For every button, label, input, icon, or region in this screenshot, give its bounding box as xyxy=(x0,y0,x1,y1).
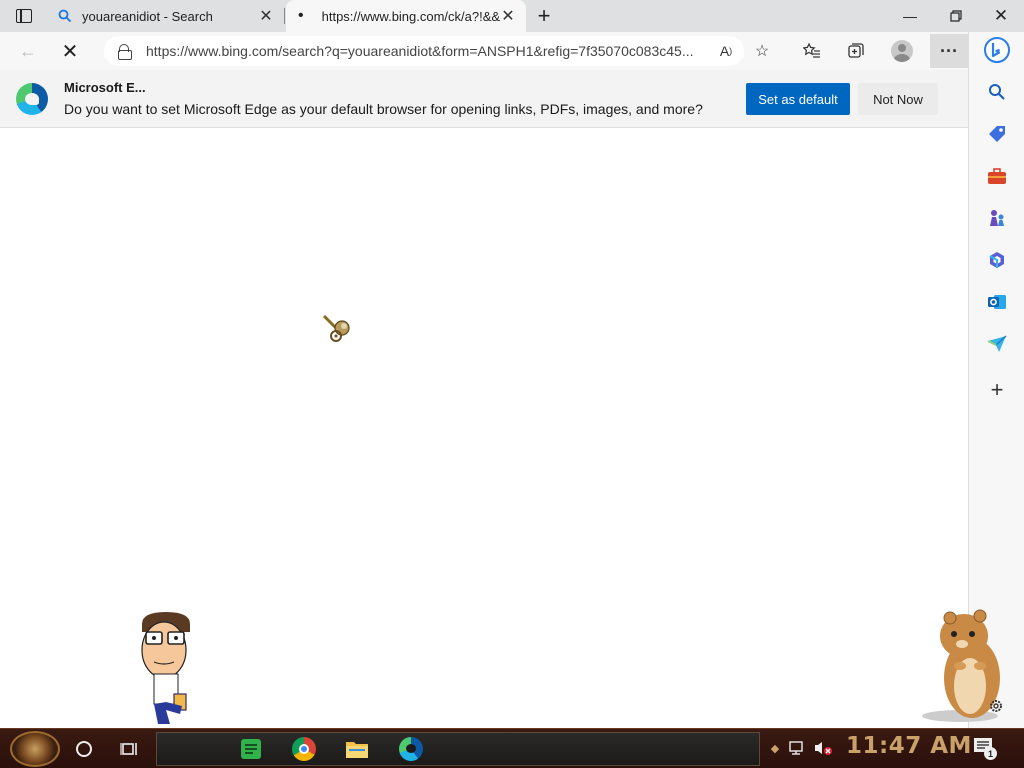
task-view-icon[interactable] xyxy=(116,735,144,763)
edge-taskbar-icon[interactable] xyxy=(397,735,425,763)
infobar-message: Do you want to set Microsoft Edge as you… xyxy=(64,101,703,117)
tab-title: https://www.bing.com/ck/a?!&& xyxy=(321,8,500,24)
restore-button[interactable] xyxy=(933,0,979,32)
loading-dot-icon: • xyxy=(298,7,304,24)
tab-separator xyxy=(284,8,285,24)
desktop-character-icon xyxy=(141,612,190,724)
minimize-button[interactable]: — xyxy=(887,0,933,32)
profile-avatar[interactable] xyxy=(888,38,916,64)
tools-briefcase-icon[interactable] xyxy=(983,162,1011,190)
browser-toolbar: ← ✕ https://www.bing.com/search?q=youare… xyxy=(0,32,968,70)
search-icon xyxy=(58,9,72,23)
back-button[interactable]: ← xyxy=(14,37,42,65)
taskbar-apps-area xyxy=(156,732,760,766)
taskbar: ◆ 11:47 AM 1 xyxy=(0,728,1024,768)
collections-icon-svg xyxy=(848,43,864,58)
more-options-button[interactable]: ··· xyxy=(930,34,968,68)
drop-send-icon[interactable] xyxy=(983,330,1011,358)
taskbar-clock[interactable]: 11:47 AM xyxy=(846,733,972,759)
close-tab-icon[interactable]: ✕ xyxy=(258,8,274,25)
search-sidebar-icon[interactable] xyxy=(983,78,1011,106)
collections-icon[interactable] xyxy=(842,38,870,64)
default-browser-infobar: Microsoft E... Do you want to set Micros… xyxy=(0,70,968,128)
start-button[interactable] xyxy=(10,731,60,767)
address-bar[interactable]: https://www.bing.com/search?q=youareanid… xyxy=(104,36,744,66)
add-favorite-icon[interactable]: ☆ xyxy=(748,38,776,64)
url-text[interactable]: https://www.bing.com/search?q=youareanid… xyxy=(146,43,706,59)
restore-icon xyxy=(950,10,962,22)
page-content xyxy=(0,128,1000,728)
sticky-notes-icon[interactable] xyxy=(237,735,265,763)
infobar-title: Microsoft E... xyxy=(64,80,146,95)
avatar-icon xyxy=(891,40,913,62)
new-tab-button[interactable]: + xyxy=(532,3,556,28)
file-explorer-icon[interactable] xyxy=(343,735,371,763)
bing-copilot-icon[interactable] xyxy=(983,36,1011,64)
animated-cursor-sprite-icon xyxy=(322,314,350,342)
tab-active[interactable]: • https://www.bing.com/ck/a?!&& ✕ xyxy=(286,0,526,32)
shopping-tag-icon[interactable] xyxy=(983,120,1011,148)
tab-strip: youareanidiot - Search ✕ • https://www.b… xyxy=(0,0,1024,32)
add-sidebar-app-button[interactable]: + xyxy=(983,376,1011,404)
notification-center-icon[interactable]: 1 xyxy=(972,735,997,760)
volume-muted-icon[interactable] xyxy=(812,737,834,759)
settings-gear-icon[interactable] xyxy=(988,698,1004,714)
favorites-icon[interactable] xyxy=(798,38,826,64)
tab-search[interactable]: youareanidiot - Search ✕ xyxy=(48,0,284,32)
stop-loading-button[interactable]: ✕ xyxy=(56,37,84,65)
favorites-icon-svg xyxy=(803,43,820,58)
microsoft-365-icon[interactable] xyxy=(983,246,1011,274)
set-as-default-button[interactable]: Set as default xyxy=(746,83,850,115)
close-window-button[interactable]: ✕ xyxy=(978,0,1024,32)
lock-icon[interactable] xyxy=(118,44,132,60)
close-tab-icon[interactable]: ✕ xyxy=(500,8,516,25)
notification-count-badge: 1 xyxy=(984,747,997,760)
tray-overflow-icon[interactable]: ◆ xyxy=(764,737,786,759)
games-chess-icon[interactable] xyxy=(983,204,1011,232)
not-now-button[interactable]: Not Now xyxy=(858,83,938,115)
outlook-icon[interactable] xyxy=(983,288,1011,316)
network-icon[interactable] xyxy=(786,737,808,759)
edge-logo-icon xyxy=(16,83,48,115)
read-aloud-icon[interactable]: A) xyxy=(712,38,740,64)
tab-actions-icon[interactable] xyxy=(6,4,42,28)
tab-title: youareanidiot - Search xyxy=(82,8,213,24)
chrome-icon[interactable] xyxy=(290,735,318,763)
cortana-search-icon[interactable] xyxy=(70,735,98,763)
